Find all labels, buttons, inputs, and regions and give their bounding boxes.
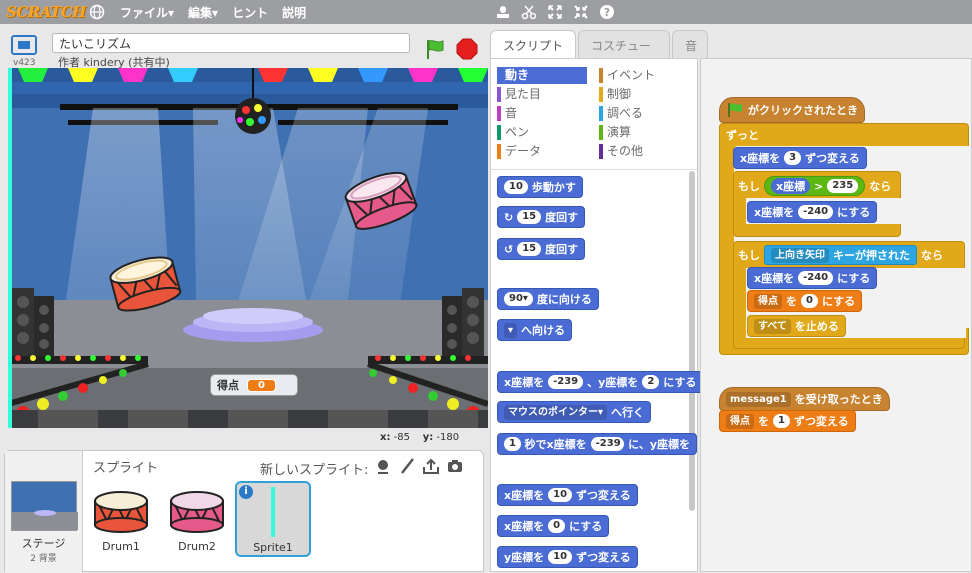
sprite-name: Drum2 bbox=[178, 540, 216, 553]
paint-brush-icon[interactable] bbox=[398, 457, 416, 479]
help-icon[interactable]: ? bbox=[598, 3, 616, 21]
tab-scripts[interactable]: スクリプト bbox=[490, 30, 576, 60]
project-title-input[interactable]: たいこリズム bbox=[52, 33, 410, 53]
grow-icon[interactable] bbox=[546, 3, 564, 21]
drum2-thumbnail bbox=[170, 491, 224, 533]
category-motion[interactable]: 動き bbox=[497, 67, 587, 84]
sprite-library-icon[interactable] bbox=[374, 457, 392, 479]
block-glide[interactable]: 1 秒でx座標を -239 に、y座標を bbox=[497, 433, 697, 455]
category-data[interactable]: データ bbox=[497, 143, 587, 160]
block-set-x-to[interactable]: x座標を -240 にする bbox=[747, 201, 878, 223]
block-set-variable[interactable]: 得点を 0 にする bbox=[747, 290, 863, 312]
stage-thumbnail[interactable]: ステージ 2 背景 bbox=[5, 451, 83, 573]
backdrop-count: 2 背景 bbox=[30, 554, 57, 564]
block-move-steps[interactable]: 10 歩動かす bbox=[497, 176, 583, 198]
block-change-x-by[interactable]: x座標を 3 ずつ変える bbox=[733, 147, 867, 169]
camera-icon[interactable] bbox=[446, 457, 464, 479]
sprite-tile-sprite1[interactable]: i Sprite1 bbox=[235, 481, 311, 557]
category-list: 動き 見た目 音 ペン データ イベント 制御 調べる 演算 その他 bbox=[497, 67, 693, 167]
mouse-y: -180 bbox=[436, 432, 460, 443]
menu-about[interactable]: 説明 bbox=[282, 4, 306, 21]
category-operators[interactable]: 演算 bbox=[599, 124, 689, 141]
stage-header: v423 たいこリズム 作者 kindery (共有中) bbox=[8, 30, 486, 69]
block-when-flag-clicked[interactable]: がクリックされたとき bbox=[719, 97, 865, 123]
script-area[interactable]: がクリックされたとき ずっと ⮍ x座標を3ずつ変える もし x座標 > 235… bbox=[700, 58, 972, 572]
block-goto-target[interactable]: マウスのポインター▾ へ行く bbox=[497, 401, 652, 423]
new-sprite-label: 新しいスプライト: bbox=[260, 462, 369, 478]
sprite-tile-drum1[interactable]: Drum1 bbox=[85, 483, 157, 555]
sprites-header: スプライト bbox=[93, 461, 159, 476]
sprite1-thumbnail bbox=[271, 487, 275, 537]
key-pressed-sensor[interactable]: 上向き矢印 キーが押された bbox=[764, 245, 917, 265]
block-turn-left[interactable]: ↺ 15 度回す bbox=[497, 238, 586, 260]
right-speakers bbox=[442, 288, 484, 358]
category-looks[interactable]: 見た目 bbox=[497, 86, 587, 103]
duplicate-stamp-icon[interactable] bbox=[494, 3, 512, 21]
rotate-right-icon: ↻ bbox=[504, 210, 514, 224]
version-label: v423 bbox=[13, 58, 36, 68]
sprite-name: Sprite1 bbox=[253, 541, 293, 554]
tab-sounds[interactable]: 音 bbox=[672, 30, 708, 58]
info-icon[interactable]: i bbox=[239, 485, 253, 499]
menu-edit[interactable]: 編集▾ bbox=[188, 4, 218, 21]
tab-costumes[interactable]: コスチューム bbox=[578, 30, 670, 70]
menu-file[interactable]: ファイル▾ bbox=[120, 4, 174, 21]
block-set-x[interactable]: x座標を 0 にする bbox=[497, 515, 610, 537]
category-sensing[interactable]: 調べる bbox=[599, 105, 689, 122]
mouse-coordinates: x: -85 y: -180 bbox=[380, 432, 460, 443]
shrink-icon[interactable] bbox=[572, 3, 590, 21]
stage-label: ステージ bbox=[21, 537, 66, 550]
operator-greater-than[interactable]: x座標 > 235 bbox=[764, 176, 866, 196]
green-flag-icon bbox=[728, 103, 742, 117]
block-point-direction[interactable]: 90▾ 度に向ける bbox=[497, 288, 599, 310]
block-set-x-to[interactable]: x座標を -240 にする bbox=[747, 267, 878, 289]
score-monitor[interactable]: 得点 0 bbox=[210, 374, 298, 396]
x-position-reporter[interactable]: x座標 bbox=[771, 178, 811, 194]
forever-label: ずっと bbox=[726, 129, 759, 142]
block-change-variable[interactable]: 得点を 1 ずつ変える bbox=[719, 410, 856, 432]
block-stop-all[interactable]: すべて を止める bbox=[747, 315, 846, 337]
sprite-tile-drum2[interactable]: Drum2 bbox=[161, 483, 233, 555]
block-palette: 動き 見た目 音 ペン データ イベント 制御 調べる 演算 その他 10 歩動か… bbox=[490, 58, 704, 572]
palette-scrollbar[interactable] bbox=[689, 171, 695, 511]
block-turn-right[interactable]: ↻ 15 度回す bbox=[497, 206, 586, 228]
globe-icon[interactable] bbox=[88, 3, 106, 21]
green-flag-icon[interactable] bbox=[424, 38, 446, 60]
rotate-left-icon: ↺ bbox=[504, 242, 514, 256]
upload-icon[interactable] bbox=[422, 457, 440, 479]
block-point-towards[interactable]: ▾ へ向ける bbox=[497, 319, 573, 341]
drum1-thumbnail bbox=[94, 491, 148, 533]
presentation-mode-icon[interactable] bbox=[10, 34, 40, 58]
score-value: 0 bbox=[247, 378, 276, 392]
category-events[interactable]: イベント bbox=[599, 67, 689, 84]
stage-canvas[interactable]: 得点 0 bbox=[8, 68, 488, 428]
mouse-x: -85 bbox=[393, 432, 410, 443]
svg-text:?: ? bbox=[604, 6, 610, 19]
sprite-pane: ステージ 2 背景 スプライト 新しいスプライト: Drum1 Drum2 i … bbox=[4, 450, 484, 573]
stop-sign-icon[interactable] bbox=[456, 38, 478, 60]
menu-tips[interactable]: ヒント bbox=[232, 4, 268, 21]
block-when-receive-message[interactable]: message1 を受け取ったとき bbox=[719, 387, 890, 411]
category-sound[interactable]: 音 bbox=[497, 105, 587, 122]
category-control[interactable]: 制御 bbox=[599, 86, 689, 103]
category-pen[interactable]: ペン bbox=[497, 124, 587, 141]
block-goto-xy[interactable]: x座標を -239 、y座標を 2 にする bbox=[497, 371, 704, 393]
scratch-logo[interactable]: SCRATCH bbox=[6, 2, 86, 22]
palette-divider bbox=[491, 169, 697, 170]
block-change-x[interactable]: x座標を 10 ずつ変える bbox=[497, 484, 638, 506]
sprite-name: Drum1 bbox=[102, 540, 140, 553]
block-change-y[interactable]: y座標を 10 ずつ変える bbox=[497, 546, 638, 568]
stage-thumb-image bbox=[10, 481, 78, 531]
cut-scissors-icon[interactable] bbox=[520, 3, 538, 21]
category-more[interactable]: その他 bbox=[599, 143, 689, 160]
new-sprite-bar: 新しいスプライト: bbox=[260, 457, 464, 479]
score-label: 得点 bbox=[217, 379, 239, 392]
left-speakers bbox=[12, 288, 54, 358]
menu-bar: SCRATCH ファイル▾ 編集▾ ヒント 説明 ? bbox=[0, 0, 972, 24]
